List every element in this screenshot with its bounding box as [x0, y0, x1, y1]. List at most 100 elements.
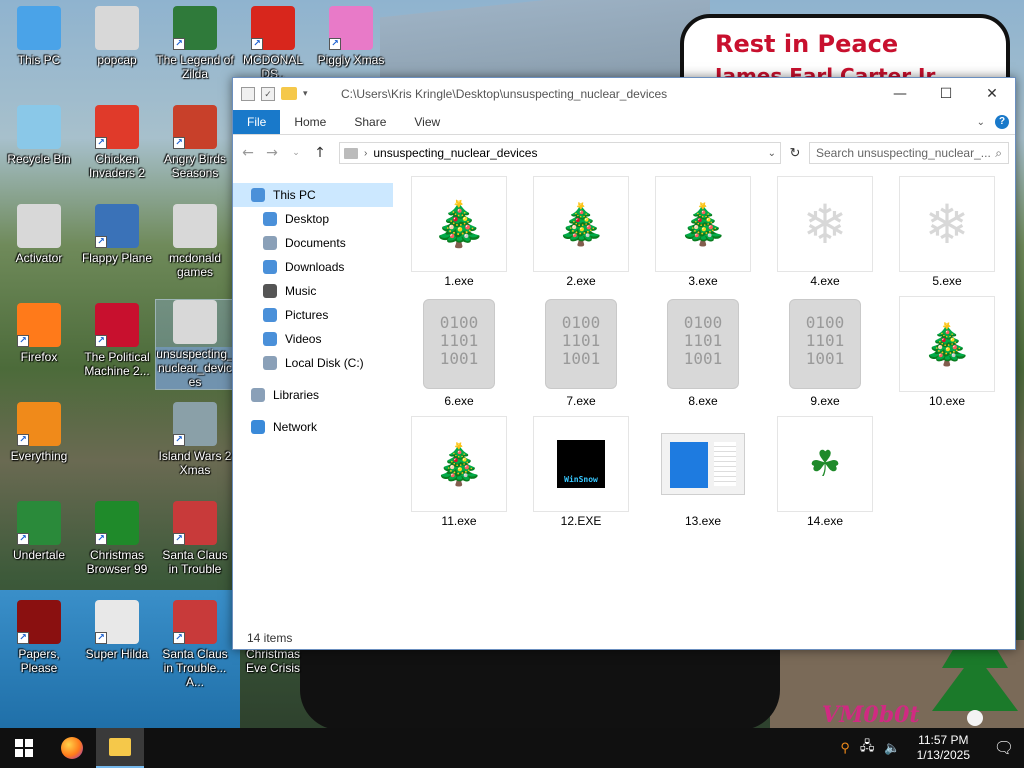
shortcut-arrow-icon: ↗ [251, 38, 263, 50]
file-name: 11.exe [441, 514, 477, 528]
desktop-icon-popcap[interactable]: popcap [78, 6, 156, 67]
taskbar-firefox[interactable] [48, 728, 96, 768]
file-item[interactable]: 13.exe [655, 416, 751, 528]
desktop-icon-label: Santa Claus in Trouble... A... [162, 647, 228, 689]
expand-ribbon-icon[interactable]: ⌄ [977, 117, 985, 128]
desktop-icon-santa-claus-in-trouble-a[interactable]: ↗ Santa Claus in Trouble... A... [156, 600, 234, 689]
address-bar[interactable]: › unsuspecting_nuclear_devices ⌄ [339, 142, 781, 164]
desktop-icon-recycle-bin[interactable]: Recycle Bin [0, 105, 78, 166]
holly-icon: ☘ [777, 416, 873, 512]
desktop-icon-the-political-machine-2[interactable]: ↗ The Political Machine 2... [78, 303, 156, 378]
desktop-icon-mcdonald-games[interactable]: mcdonald games [156, 204, 234, 279]
pictures-icon [263, 308, 277, 322]
file-item[interactable]: 0100 1101 1001 8.exe [655, 296, 751, 408]
file-item[interactable]: 0100 1101 1001 7.exe [533, 296, 629, 408]
binary-text-line: 1101 [439, 331, 479, 350]
file-name: 4.exe [810, 274, 840, 288]
search-input[interactable]: Search unsuspecting_nuclear_... [816, 146, 991, 160]
nav-item-libraries[interactable]: Libraries [233, 383, 393, 407]
plane-icon: ↗ [95, 204, 139, 248]
notification-center-icon[interactable]: 🗨 [984, 728, 1024, 768]
nav-item-label: Pictures [285, 308, 329, 322]
binary-file-icon: 0100 1101 1001 [411, 296, 507, 392]
tab-file[interactable]: File [233, 110, 281, 134]
file-name: 8.exe [688, 394, 718, 408]
nav-item-pictures[interactable]: Pictures [233, 303, 393, 327]
desktop-icon-piggly-xmas[interactable]: ↗ Piggly Xmas [312, 6, 390, 67]
desktop-icon-mcdonal-ds[interactable]: ↗ MCDONAL DS.. [234, 6, 312, 81]
explorer-window[interactable]: ✓ ▾ C:\Users\Kris Kringle\Desktop\unsusp… [232, 77, 1016, 650]
close-button[interactable]: ✕ [969, 78, 1015, 109]
tab-home[interactable]: Home [280, 110, 340, 134]
desktop-icon-everything[interactable]: ↗ Everything [0, 402, 78, 463]
file-item[interactable]: 0100 1101 1001 6.exe [411, 296, 507, 408]
nav-item-network[interactable]: Network [233, 415, 393, 439]
file-item[interactable]: 🎄 3.exe [655, 176, 751, 288]
file-view[interactable]: 🎄 1.exe 🎄 2.exe 🎄 3.exe ❄ 4.exe ❄ 5.exe 0100 1101 10… [393, 171, 1015, 627]
taskbar-file-explorer[interactable] [96, 728, 144, 768]
tab-view[interactable]: View [400, 110, 454, 134]
quick-access-toolbar: ✓ ▾ [233, 86, 333, 101]
customize-qa-icon[interactable]: ▾ [303, 88, 308, 99]
desktop-icon-this-pc[interactable]: This PC [0, 6, 78, 67]
refresh-icon[interactable]: ↻ [787, 145, 803, 161]
clock[interactable]: 11:57 PM 1/13/2025 [911, 733, 976, 763]
nav-item-documents[interactable]: Documents [233, 231, 393, 255]
nav-item-videos[interactable]: Videos [233, 327, 393, 351]
properties-icon[interactable]: ✓ [261, 86, 275, 101]
desktop-icon-label: Piggly Xmas [317, 53, 385, 67]
help-icon[interactable]: ? [995, 115, 1009, 129]
network-icon[interactable]: 🖧 [860, 737, 875, 759]
recent-locations-icon[interactable]: ⌄ [287, 148, 305, 158]
desktop-icon-super-hilda[interactable]: ↗ Super Hilda [78, 600, 156, 661]
desktop-icon-unsuspecting-nuclear-devices[interactable]: unsuspecting_nuclear_devices [155, 299, 235, 390]
binary-text-line: 0100 [683, 313, 723, 332]
file-item[interactable]: 🎄 11.exe [411, 416, 507, 528]
desktop-icon-firefox[interactable]: ↗ Firefox [0, 303, 78, 364]
desktop-icon-papers-please[interactable]: ↗ Papers, Please [0, 600, 78, 675]
desktop-icon-christmas-browser-99[interactable]: ↗ Christmas Browser 99 [78, 501, 156, 576]
start-button[interactable] [0, 728, 48, 768]
file-item[interactable]: ❄ 5.exe [899, 176, 995, 288]
up-arrow-icon[interactable]: ↑ [311, 145, 329, 161]
minimize-button[interactable]: — [877, 78, 923, 109]
tab-share[interactable]: Share [340, 110, 400, 134]
forward-arrow-icon[interactable]: → [263, 145, 281, 161]
breadcrumb-separator-icon[interactable]: › [364, 148, 367, 159]
desktop-icon-flappy-plane[interactable]: ↗ Flappy Plane [78, 204, 156, 265]
desktop-icon-the-legend-of-zilda[interactable]: ↗ The Legend of Zilda [156, 6, 234, 81]
volume-icon[interactable]: 🔈 [884, 740, 900, 756]
everything-tray-icon[interactable]: ⚲ [840, 740, 850, 756]
santa-icon: ↗ [173, 600, 217, 644]
nav-item-music[interactable]: Music [233, 279, 393, 303]
desktop-icon-angry-birds-seasons[interactable]: ↗ Angry Birds Seasons [156, 105, 234, 180]
file-item[interactable]: ❄ 4.exe [777, 176, 873, 288]
address-dropdown-icon[interactable]: ⌄ [768, 148, 776, 159]
new-folder-icon[interactable] [281, 87, 297, 100]
maximize-button[interactable]: ☐ [923, 78, 969, 109]
search-box[interactable]: Search unsuspecting_nuclear_... ⌕ [809, 142, 1009, 164]
desktop-icon-chicken-invaders-2[interactable]: ↗ Chicken Invaders 2 [78, 105, 156, 180]
nav-item-desktop[interactable]: Desktop [233, 207, 393, 231]
desktop-icon-santa-claus-in-trouble[interactable]: ↗ Santa Claus in Trouble [156, 501, 234, 576]
nav-item-this-pc[interactable]: This PC [233, 183, 393, 207]
desktop-icon-activator[interactable]: Activator [0, 204, 78, 265]
nav-item-downloads[interactable]: Downloads [233, 255, 393, 279]
file-item[interactable]: 🎄 10.exe [899, 296, 995, 408]
nav-item-local-disk-c[interactable]: Local Disk (C:) [233, 351, 393, 375]
file-item[interactable]: ☘ 14.exe [777, 416, 873, 528]
desktop-icon-undertale[interactable]: ↗ Undertale [0, 501, 78, 562]
file-item[interactable]: 0100 1101 1001 9.exe [777, 296, 873, 408]
file-item[interactable]: 🎄 2.exe [533, 176, 629, 288]
desktop-icon-island-wars-2-xmas[interactable]: ↗ Island Wars 2 Xmas [156, 402, 234, 477]
wallpaper-sign-line1: Rest in Peace [715, 30, 899, 58]
binary-file-icon: 0100 1101 1001 [533, 296, 629, 392]
file-item[interactable]: 🎄 1.exe [411, 176, 507, 288]
address-path[interactable]: unsuspecting_nuclear_devices [373, 146, 761, 160]
documents-icon [263, 236, 277, 250]
back-arrow-icon[interactable]: ← [239, 145, 257, 161]
shortcut-arrow-icon: ↗ [95, 137, 107, 149]
file-item[interactable]: WinSnow 12.EXE [533, 416, 629, 528]
title-bar[interactable]: ✓ ▾ C:\Users\Kris Kringle\Desktop\unsusp… [233, 78, 1015, 109]
island-icon: ↗ [173, 402, 217, 446]
